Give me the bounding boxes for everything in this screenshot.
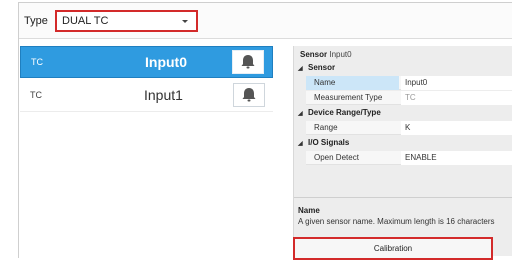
input-name-label: Input0 <box>145 54 187 70</box>
category-sensor[interactable]: ◢ Sensor <box>298 63 335 72</box>
description-text: A given sensor name. Maximum length is 1… <box>298 217 495 226</box>
property-grid-header: Sensor Input0 <box>300 50 352 59</box>
property-key: Range <box>314 123 338 132</box>
open-detect-value-field[interactable]: ENABLE <box>401 151 512 165</box>
description-title: Name <box>298 206 320 215</box>
bell-icon <box>242 88 256 102</box>
bell-icon <box>241 55 255 69</box>
type-bar: Type DUAL TC <box>19 3 512 39</box>
type-dropdown[interactable]: DUAL TC <box>55 10 198 32</box>
input-row-input0[interactable]: TC Input0 <box>20 46 273 78</box>
property-row-range[interactable]: Range K <box>306 121 512 135</box>
alarm-button[interactable] <box>233 83 265 107</box>
input-list: TC Input0 TC Input1 <box>19 46 273 259</box>
category-label: I/O Signals <box>308 138 350 147</box>
property-row-measurement-type[interactable]: Measurement Type TC <box>306 91 512 105</box>
property-key: Name <box>306 76 399 90</box>
description-divider <box>294 197 512 198</box>
type-dropdown-value: DUAL TC <box>62 15 109 27</box>
sensor-config-panel: Type DUAL TC TC Input0 TC Input1 Sensor … <box>18 2 512 260</box>
property-header-value: Input0 <box>329 50 352 59</box>
property-row-open-detect[interactable]: Open Detect ENABLE <box>306 151 512 165</box>
input-row-input1[interactable]: TC Input1 <box>20 80 273 112</box>
property-key: Open Detect <box>314 153 359 162</box>
range-value-field[interactable]: K <box>401 121 512 135</box>
collapse-triangle-icon[interactable]: ◢ <box>298 140 308 147</box>
category-label: Device Range/Type <box>308 108 381 117</box>
measurement-type-value: TC <box>401 91 512 105</box>
input-name-label: Input1 <box>144 87 183 103</box>
property-grid: Sensor Input0 ◢ Sensor Name Input0 Measur… <box>293 46 512 256</box>
property-row-name[interactable]: Name Input0 <box>306 76 512 90</box>
collapse-triangle-icon[interactable]: ◢ <box>298 65 308 72</box>
input-type-label: TC <box>31 57 43 67</box>
category-io-signals[interactable]: ◢ I/O Signals <box>298 138 349 147</box>
calibration-button[interactable]: Calibration <box>293 237 493 260</box>
type-label: Type <box>24 15 48 27</box>
input-type-label: TC <box>30 90 42 100</box>
category-device-range[interactable]: ◢ Device Range/Type <box>298 108 381 117</box>
chevron-down-icon <box>182 20 188 23</box>
name-value-field[interactable]: Input0 <box>401 76 512 90</box>
collapse-triangle-icon[interactable]: ◢ <box>298 110 308 117</box>
category-label: Sensor <box>308 63 336 72</box>
property-header-label: Sensor <box>300 50 328 59</box>
alarm-button[interactable] <box>232 50 264 74</box>
property-key: Measurement Type <box>314 93 383 102</box>
